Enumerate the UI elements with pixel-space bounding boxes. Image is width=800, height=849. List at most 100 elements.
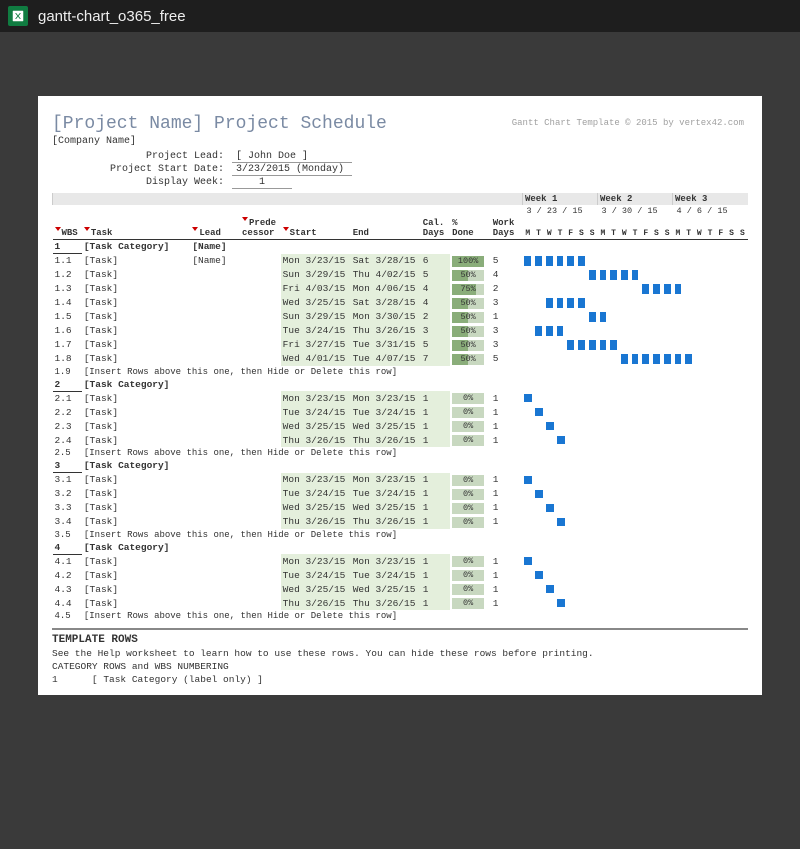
gantt-cell	[683, 338, 694, 352]
gantt-cell	[565, 268, 576, 282]
gantt-table[interactable]: Week 1Week 2Week 33 / 23 / 153 / 30 / 15…	[52, 193, 748, 622]
pred-cell	[240, 324, 281, 338]
wbs-cell: 3.4	[53, 515, 82, 529]
gantt-cell	[673, 419, 684, 433]
gantt-cell	[705, 596, 716, 610]
table-row[interactable]: 1[Task Category][Name]	[53, 240, 749, 254]
gantt-cell	[715, 582, 726, 596]
gantt-cell	[608, 582, 619, 596]
work-cell: 1	[491, 582, 523, 596]
table-row[interactable]: 2[Task Category]	[53, 378, 749, 392]
week-value[interactable]: 1	[232, 177, 292, 189]
table-row[interactable]: 3.2[Task]Tue 3/24/15Tue 3/24/1510%1	[53, 487, 749, 501]
start-cell: Tue 3/24/15	[281, 568, 351, 582]
gantt-cell	[651, 473, 662, 487]
gantt-cell	[555, 515, 566, 529]
gantt-cell	[662, 391, 673, 405]
col-end: End	[351, 217, 421, 240]
table-row[interactable]: 2.4[Task]Thu 3/26/15Thu 3/26/1510%1	[53, 433, 749, 447]
gantt-cell	[651, 405, 662, 419]
task-cell: [Task]	[82, 419, 190, 433]
table-row[interactable]: 4.2[Task]Tue 3/24/15Tue 3/24/1510%1	[53, 568, 749, 582]
gantt-cell	[726, 282, 737, 296]
table-row[interactable]: 1.3[Task]Fri 4/03/15Mon 4/06/15475%2	[53, 282, 749, 296]
table-row[interactable]: 1.7[Task]Fri 3/27/15Tue 3/31/15550%3	[53, 338, 749, 352]
gantt-marker	[535, 571, 543, 579]
gantt-cell	[544, 268, 555, 282]
start-value[interactable]: 3/23/2015 (Monday)	[232, 164, 352, 176]
table-row[interactable]: 1.2[Task]Sun 3/29/15Thu 4/02/15550%4	[53, 268, 749, 282]
gantt-cell	[587, 405, 598, 419]
gantt-cell	[555, 501, 566, 515]
table-row[interactable]: 1.9[Insert Rows above this one, then Hid…	[53, 366, 749, 378]
gantt-cell	[619, 554, 630, 568]
table-row[interactable]: 4[Task Category]	[53, 541, 749, 555]
gantt-cell	[640, 433, 651, 447]
gantt-cell	[630, 419, 641, 433]
lead-value[interactable]: [ John Doe ]	[232, 151, 352, 163]
table-row[interactable]: 2.1[Task]Mon 3/23/15Mon 3/23/1510%1	[53, 391, 749, 405]
start-cell: Mon 3/23/15	[281, 391, 351, 405]
pct-cell: 0%	[450, 473, 491, 487]
gantt-cell	[683, 352, 694, 366]
day-col: S	[651, 217, 662, 240]
gantt-cell	[651, 433, 662, 447]
table-row[interactable]: 1.1[Task][Name]Mon 3/23/15Sat 3/28/15610…	[53, 254, 749, 268]
gantt-cell	[715, 296, 726, 310]
table-row[interactable]: 1.4[Task]Wed 3/25/15Sat 3/28/15450%3	[53, 296, 749, 310]
table-row[interactable]: 3.1[Task]Mon 3/23/15Mon 3/23/1510%1	[53, 473, 749, 487]
gantt-cell	[598, 338, 609, 352]
table-row[interactable]: 2.3[Task]Wed 3/25/15Wed 3/25/1510%1	[53, 419, 749, 433]
gantt-cell	[673, 282, 684, 296]
lead-cell	[190, 568, 240, 582]
gantt-cell	[662, 515, 673, 529]
gantt-cell	[651, 582, 662, 596]
gantt-cell	[651, 568, 662, 582]
table-row[interactable]: 4.1[Task]Mon 3/23/15Mon 3/23/1510%1	[53, 554, 749, 568]
work-cell: 5	[491, 254, 523, 268]
table-row[interactable]: 3.4[Task]Thu 3/26/15Thu 3/26/1510%1	[53, 515, 749, 529]
gantt-cell	[673, 582, 684, 596]
gantt-cell	[522, 487, 533, 501]
task-cell: [Task]	[82, 296, 190, 310]
gantt-cell	[565, 282, 576, 296]
gantt-cell	[737, 487, 748, 501]
gantt-cell	[533, 352, 544, 366]
table-row[interactable]: 3[Task Category]	[53, 459, 749, 473]
table-row[interactable]: 2.2[Task]Tue 3/24/15Tue 3/24/1510%1	[53, 405, 749, 419]
wbs-cell: 2.3	[53, 419, 82, 433]
gantt-cell	[640, 296, 651, 310]
gantt-cell	[737, 254, 748, 268]
table-row[interactable]: 4.3[Task]Wed 3/25/15Wed 3/25/1510%1	[53, 582, 749, 596]
gantt-bar	[589, 312, 596, 322]
gantt-cell	[555, 254, 566, 268]
gantt-cell	[651, 338, 662, 352]
day-col: F	[565, 217, 576, 240]
gantt-cell	[662, 324, 673, 338]
gantt-cell	[715, 487, 726, 501]
gantt-bar	[642, 284, 649, 294]
start-cell: Wed 4/01/15	[281, 352, 351, 366]
table-row[interactable]: 2.5[Insert Rows above this one, then Hid…	[53, 447, 749, 459]
day-col: F	[715, 217, 726, 240]
table-row[interactable]: 3.3[Task]Wed 3/25/15Wed 3/25/1510%1	[53, 501, 749, 515]
table-row[interactable]: 3.5[Insert Rows above this one, then Hid…	[53, 529, 749, 541]
gantt-cell	[737, 391, 748, 405]
table-row[interactable]: 4.4[Task]Thu 3/26/15Thu 3/26/1510%1	[53, 596, 749, 610]
table-row[interactable]: 4.5[Insert Rows above this one, then Hid…	[53, 610, 749, 622]
table-row[interactable]: 1.5[Task]Sun 3/29/15Mon 3/30/15250%1	[53, 310, 749, 324]
insert-text: [Insert Rows above this one, then Hide o…	[82, 366, 748, 378]
gantt-cell	[640, 419, 651, 433]
gantt-cell	[565, 338, 576, 352]
pred-cell	[240, 338, 281, 352]
start-cell: Sun 3/29/15	[281, 310, 351, 324]
pct-cell: 0%	[450, 433, 491, 447]
gantt-bar	[567, 298, 574, 308]
gantt-cell	[705, 515, 716, 529]
gantt-marker	[557, 436, 565, 444]
table-row[interactable]: 1.8[Task]Wed 4/01/15Tue 4/07/15750%5	[53, 352, 749, 366]
gantt-cell	[608, 310, 619, 324]
week-date: 3 / 23 / 15	[522, 205, 597, 217]
gantt-cell	[522, 296, 533, 310]
table-row[interactable]: 1.6[Task]Tue 3/24/15Thu 3/26/15350%3	[53, 324, 749, 338]
